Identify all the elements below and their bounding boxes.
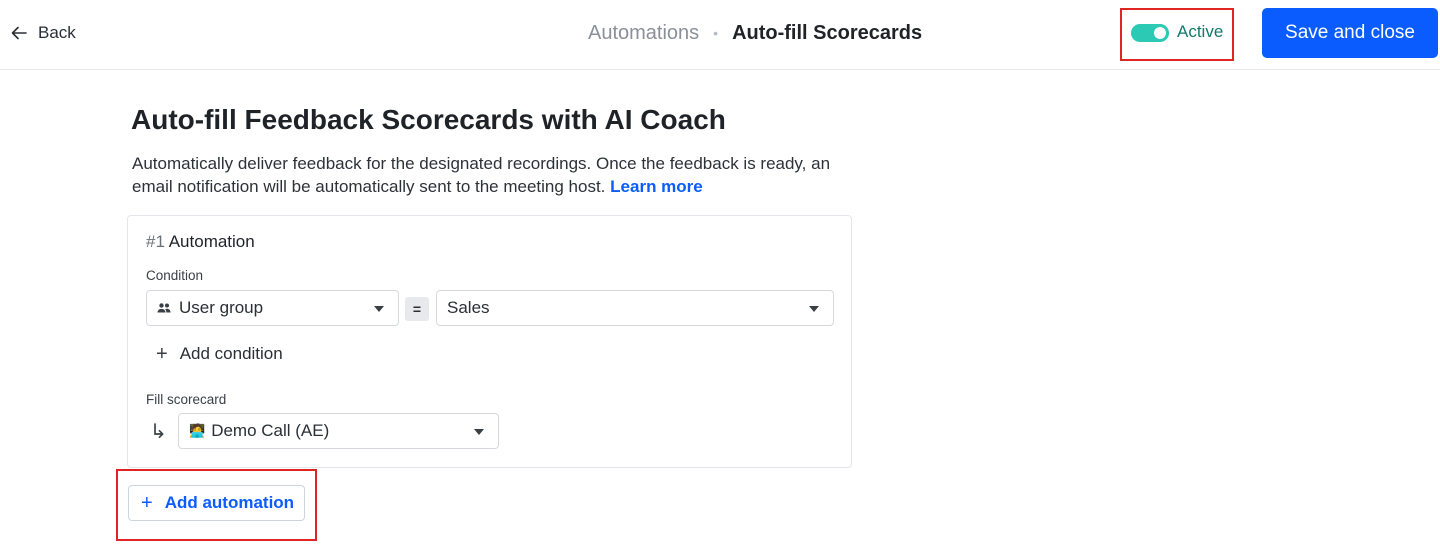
toggle-knob xyxy=(1154,27,1166,39)
automation-title: Automation xyxy=(168,232,255,251)
plus-icon: + xyxy=(141,492,153,514)
back-button[interactable]: Back xyxy=(10,20,76,46)
automation-card: #1 Automation Condition User group = Sal… xyxy=(127,215,852,468)
breadcrumb-automations[interactable]: Automations xyxy=(588,22,699,45)
condition-value-select[interactable]: Sales xyxy=(436,290,834,326)
caret-down-icon xyxy=(374,306,384,312)
arrow-return-right-icon: ↳ xyxy=(150,421,167,443)
users-icon xyxy=(157,303,171,313)
condition-field-select[interactable]: User group xyxy=(146,290,399,326)
caret-down-icon xyxy=(809,306,819,312)
condition-field-value: User group xyxy=(179,298,264,317)
save-and-close-button[interactable]: Save and close xyxy=(1262,8,1438,58)
condition-operator: = xyxy=(405,297,429,321)
active-toggle[interactable] xyxy=(1131,24,1169,42)
learn-more-link[interactable]: Learn more xyxy=(610,177,703,196)
plus-icon: + xyxy=(156,343,168,365)
add-condition-button[interactable]: + Add condition xyxy=(156,344,283,364)
fill-scorecard-label: Fill scorecard xyxy=(146,392,227,407)
back-label: Back xyxy=(38,23,76,42)
automation-heading: #1 Automation xyxy=(146,232,255,252)
breadcrumb-current: Auto-fill Scorecards xyxy=(732,21,923,44)
active-status-label: Active xyxy=(1177,22,1224,41)
add-automation-button[interactable]: + Add automation xyxy=(128,485,305,521)
page-title: Auto-fill Feedback Scorecards with AI Co… xyxy=(131,104,726,135)
breadcrumb-separator: • xyxy=(713,25,719,41)
add-condition-label: Add condition xyxy=(179,344,283,363)
page-description: Automatically deliver feedback for the d… xyxy=(132,152,852,198)
scorecard-select[interactable]: 🧑‍💻 Demo Call (AE) xyxy=(178,413,499,449)
condition-value: Sales xyxy=(447,298,490,317)
description-text: Automatically deliver feedback for the d… xyxy=(132,154,831,196)
scorecard-value: Demo Call (AE) xyxy=(211,421,330,440)
arrow-left-icon xyxy=(11,26,27,40)
technologist-icon: 🧑‍💻 xyxy=(189,423,206,438)
add-automation-label: Add automation xyxy=(164,493,295,512)
breadcrumb: Automations • Auto-fill Scorecards xyxy=(588,20,922,46)
condition-label: Condition xyxy=(146,268,204,283)
automation-number: #1 xyxy=(146,232,165,251)
caret-down-icon xyxy=(474,429,484,435)
